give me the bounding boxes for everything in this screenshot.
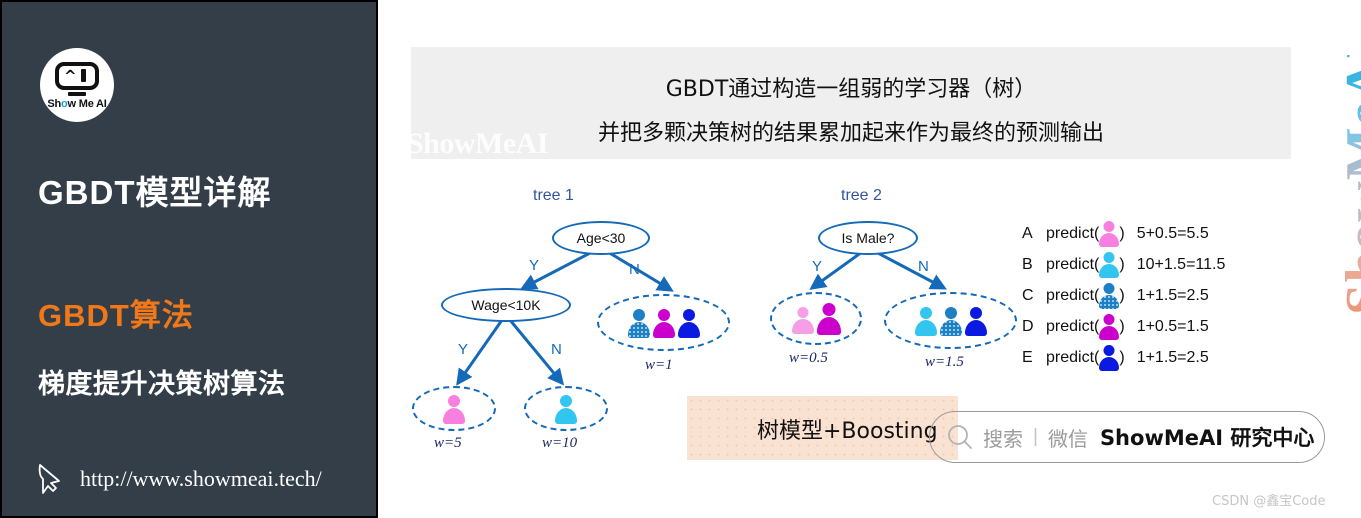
tree2-leaf-w15[interactable] [884,292,1017,349]
tree2-leaf-w15-weight: w=1.5 [925,354,964,370]
prediction-fn-open: predict( [1046,348,1100,366]
tree2-leaf-w05-weight: w=0.5 [789,350,828,366]
tree1-edge-label-wage-no: N [551,341,562,358]
logo-screen-shape [55,62,99,90]
logo-stand-shape [68,92,86,96]
prediction-key-b: B [1022,255,1033,273]
wechat-search-bar[interactable]: 搜索 | 微信 ShowMeAI 研究中心 [929,411,1325,463]
person-icon-blue [677,308,700,338]
showmeai-watermark-text: ShowMeAI [407,127,549,160]
tree2-node-root-text: Is Male? [841,230,895,246]
logo-brand-prefix: Sh [47,98,61,110]
prediction-list: A predict( ) 5+0.5=5.5 B predict( ) 10+1… [1022,218,1225,373]
search-placeholder[interactable]: 搜索 [983,423,1023,452]
tree-2-label: tree 2 [841,187,882,204]
csdn-watermark: CSDN @鑫宝Code [1212,494,1326,509]
logo-caret-glyph: ^ [64,67,77,85]
prediction-value-d: 1+0.5=1.5 [1136,317,1209,335]
person-icon-magenta [1099,313,1120,340]
slide-canvas: ^ Show Me AI GBDT模型详解 GBDT算法 梯度提升决策树算法 h… [0,0,1361,518]
tree-boosting-label: 树模型+Boosting [757,419,938,444]
tree1-leaf-w10[interactable] [524,386,608,431]
person-icon-magenta [816,302,841,335]
tree1-edge-label-root-yes: Y [529,257,540,274]
prediction-fn-close: ) [1119,286,1125,304]
prediction-row-e: E predict( ) 1+1.5=2.5 [1022,342,1225,373]
prediction-value-b: 10+1.5=11.5 [1136,255,1226,273]
tree1-leaf-w5-weight: w=5 [434,435,462,451]
showmeai-vertical-watermark: ShowMeAI [1334,36,1361,315]
prediction-fn-close: ) [1119,255,1125,273]
prediction-fn-close: ) [1119,224,1125,242]
prediction-fn-open: predict( [1046,224,1100,242]
prediction-fn-open: predict( [1046,286,1100,304]
tree1-edge-label-wage-yes: Y [458,341,469,358]
prediction-fn-close: ) [1119,317,1125,335]
prediction-row-a: A predict( ) 5+0.5=5.5 [1022,218,1225,249]
prediction-row-c: C predict( ) 1+1.5=2.5 [1022,280,1225,311]
person-icon-blue [964,306,987,336]
tree1-leaf-w10-weight: w=10 [542,435,578,451]
prediction-key-d: D [1022,317,1034,335]
algorithm-title: GBDT算法 [38,298,194,333]
sidebar: ^ Show Me AI GBDT模型详解 GBDT算法 梯度提升决策树算法 h… [0,0,378,518]
person-icon-blue [1099,344,1120,371]
prediction-key-a: A [1022,224,1033,242]
tree1-edge-label-root-no: N [629,261,640,278]
prediction-row-d: D predict( ) 1+0.5=1.5 [1022,311,1225,342]
person-icon-pink [443,394,465,424]
search-channel-label: 微信 [1047,426,1088,451]
tree1-leaf-w5[interactable] [412,386,496,431]
tree2-node-root[interactable]: Is Male? [818,221,918,255]
website-url-text[interactable]: http://www.showmeai.tech/ [80,466,322,492]
tree2-edge-label-yes: Y [812,258,823,275]
person-icon-cyan [555,394,577,424]
tree1-node-root-text: Age<30 [576,230,626,246]
search-divider: | [1033,426,1038,447]
prediction-value-c: 1+1.5=2.5 [1136,286,1209,304]
search-brand-label: ShowMeAI 研究中心 [1099,426,1315,450]
tree1-node-wage[interactable]: Wage<10K [441,288,571,322]
person-icon-magenta [652,308,675,338]
prediction-fn-open: predict( [1046,317,1100,335]
tree-1-label: tree 1 [533,187,574,204]
logo-brand-suffix: w Me AI [67,98,107,110]
showmeai-logo-icon: ^ Show Me AI [40,48,114,122]
logo-bar-shape [81,69,86,82]
person-icon-steel-blue-dotted [1099,282,1120,309]
prediction-value-e: 1+1.5=2.5 [1136,348,1209,366]
tree1-leaf-w1-weight: w=1 [645,357,673,373]
prediction-value-a: 5+0.5=5.5 [1136,224,1209,242]
person-icon-pink [1099,220,1120,247]
tree2-leaf-w05[interactable] [770,292,862,345]
logo-brand-text: Show Me AI [40,98,114,110]
person-icon-cyan [914,306,937,336]
prediction-fn-close: ) [1119,348,1125,366]
person-icon-cyan [1099,251,1120,278]
person-icon-steel-blue-dotted [627,308,650,338]
search-icon [948,425,972,449]
tree1-node-wage-text: Wage<10K [471,297,541,313]
cursor-pointer-icon [38,464,60,494]
page-title: GBDT模型详解 [38,174,272,211]
person-icon-steel-blue-dotted [939,306,962,336]
prediction-key-e: E [1022,348,1033,366]
prediction-key-c: C [1022,286,1034,304]
prediction-fn-open: predict( [1046,255,1100,273]
person-icon-pink [791,304,814,334]
tree2-edge-label-no: N [918,258,929,275]
tree1-leaf-w1[interactable] [597,294,730,351]
algorithm-subtitle: 梯度提升决策树算法 [38,369,286,399]
prediction-row-b: B predict( ) 10+1.5=11.5 [1022,249,1225,280]
headline-banner: GBDT通过构造一组弱的学习器（树） 并把多颗决策树的结果累加起来作为最终的预测… [407,47,1291,160]
tree-boosting-callout: 树模型+Boosting [687,396,958,460]
tree1-node-root[interactable]: Age<30 [552,221,650,255]
headline-line-1: GBDT通过构造一组弱的学习器（树） [665,77,1037,102]
website-url-row[interactable]: http://www.showmeai.tech/ [36,462,322,496]
